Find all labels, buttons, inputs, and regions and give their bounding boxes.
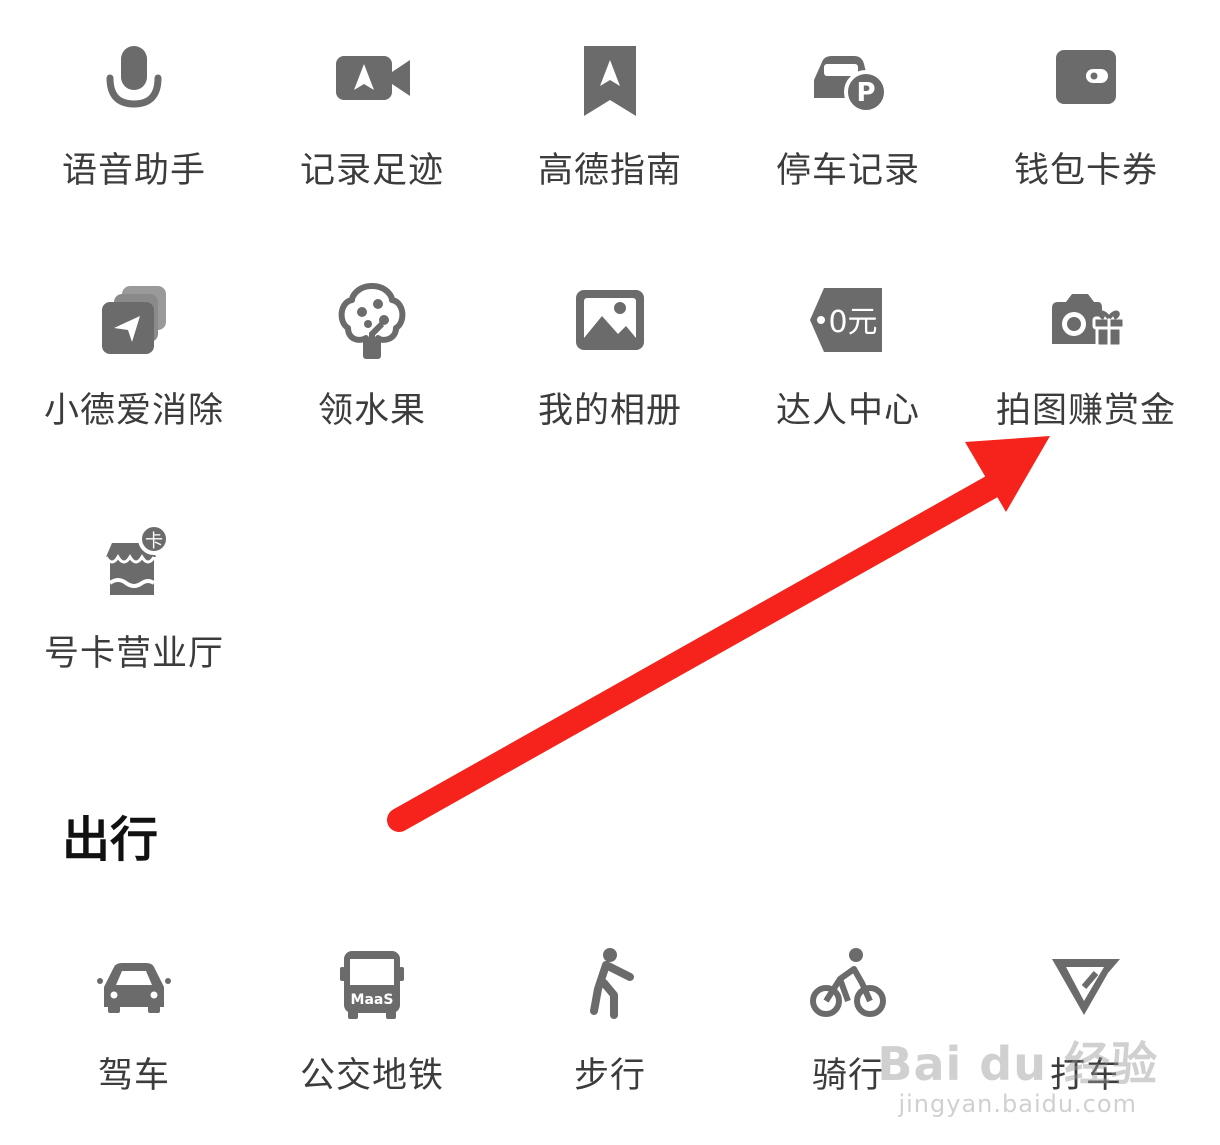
walk-icon <box>568 943 652 1027</box>
shop-badge-text: 卡 <box>145 531 163 552</box>
tool-record-footprint[interactable]: 记录足迹 <box>253 0 491 240</box>
travel-bus-metro[interactable]: MaaS 公交地铁 <box>253 905 491 1145</box>
taxi-icon <box>1044 943 1128 1027</box>
tool-voice-assistant[interactable]: 语音助手 <box>15 0 253 240</box>
travel-label: 公交地铁 <box>299 1056 444 1096</box>
tool-get-fruit[interactable]: 领水果 <box>253 240 491 480</box>
tool-label: 语音助手 <box>61 151 206 191</box>
tools-grid-row-1: 语音助手 记录足迹 高德指南 P 停车记录 钱包卡券 小德爱消除 领水果 我的相… <box>0 0 1220 480</box>
tool-sim-card-shop[interactable]: 卡 号卡营业厅 <box>15 483 253 723</box>
travel-label: 驾车 <box>97 1056 170 1096</box>
tool-label: 钱包卡券 <box>1013 151 1158 191</box>
bus-icon: MaaS <box>330 943 414 1027</box>
photo-album-icon <box>568 278 652 362</box>
tool-photo-bounty[interactable]: 拍图赚赏金 <box>967 240 1205 480</box>
bus-badge-text: MaaS <box>351 992 394 1008</box>
tool-amap-guide[interactable]: 高德指南 <box>491 0 729 240</box>
watermark-brand: Bai du 经验 <box>877 1037 1158 1091</box>
tool-label: 小德爱消除 <box>43 391 224 431</box>
tool-label: 领水果 <box>317 391 426 431</box>
bookmark-icon <box>568 38 652 122</box>
tool-my-album[interactable]: 我的相册 <box>491 240 729 480</box>
tool-wallet[interactable]: 钱包卡券 <box>967 0 1205 240</box>
tool-label: 拍图赚赏金 <box>995 391 1176 431</box>
car-icon <box>92 943 176 1027</box>
price-tag-icon: 0元 <box>806 278 890 362</box>
shop-card-icon: 卡 <box>92 521 176 605</box>
travel-walk[interactable]: 步行 <box>491 905 729 1145</box>
baidu-watermark: Bai du 经验 jingyan.baidu.com <box>877 1028 1158 1118</box>
game-cards-icon <box>92 278 176 362</box>
tool-expert-center[interactable]: 0元 达人中心 <box>729 240 967 480</box>
tool-label: 号卡营业厅 <box>43 634 224 674</box>
car-parking-icon: P <box>806 38 890 122</box>
tool-label: 达人中心 <box>775 391 920 431</box>
tool-label: 我的相册 <box>537 391 682 431</box>
fruit-tree-icon <box>330 278 414 362</box>
svg-text:P: P <box>856 78 875 108</box>
travel-label: 步行 <box>573 1056 646 1096</box>
tool-label: 高德指南 <box>537 151 682 191</box>
tool-xiaode-game[interactable]: 小德爱消除 <box>15 240 253 480</box>
travel-section-title: 出行 <box>62 812 159 868</box>
video-camera-icon <box>330 38 414 122</box>
cycling-icon <box>806 943 890 1027</box>
travel-drive[interactable]: 驾车 <box>15 905 253 1145</box>
watermark-url: jingyan.baidu.com <box>898 1090 1137 1118</box>
tool-label: 停车记录 <box>775 151 920 191</box>
tool-parking-record[interactable]: P 停车记录 <box>729 0 967 240</box>
camera-gift-icon <box>1044 278 1128 362</box>
tools-grid-row-3: 卡 号卡营业厅 <box>0 483 1220 723</box>
microphone-icon <box>92 38 176 122</box>
wallet-icon <box>1044 38 1128 122</box>
price-tag-text: 0元 <box>828 305 877 340</box>
tool-label: 记录足迹 <box>299 151 444 191</box>
